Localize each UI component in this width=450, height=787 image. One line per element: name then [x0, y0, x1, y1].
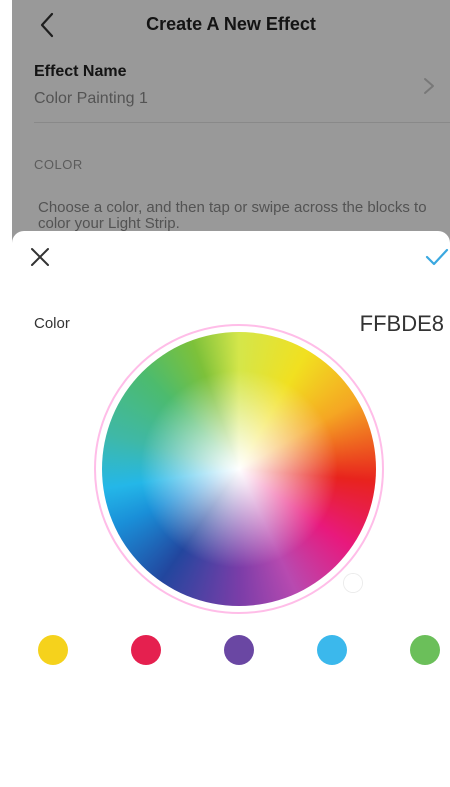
- preset-swatch-sky-blue[interactable]: [317, 635, 347, 665]
- close-icon: [31, 248, 49, 266]
- color-picker-sheet: Color FFBDE8: [12, 231, 450, 787]
- preset-swatch-green[interactable]: [410, 635, 440, 665]
- confirm-button[interactable]: [424, 246, 450, 268]
- color-label: Color: [34, 315, 70, 332]
- preset-swatch-yellow[interactable]: [38, 635, 68, 665]
- preset-swatch-crimson[interactable]: [131, 635, 161, 665]
- color-wheel-handle[interactable]: [344, 574, 362, 592]
- preset-swatch-purple[interactable]: [224, 635, 254, 665]
- close-button[interactable]: [28, 245, 52, 269]
- hex-value: FFBDE8: [359, 311, 444, 336]
- checkmark-icon: [425, 248, 449, 266]
- color-wheel[interactable]: [102, 332, 376, 606]
